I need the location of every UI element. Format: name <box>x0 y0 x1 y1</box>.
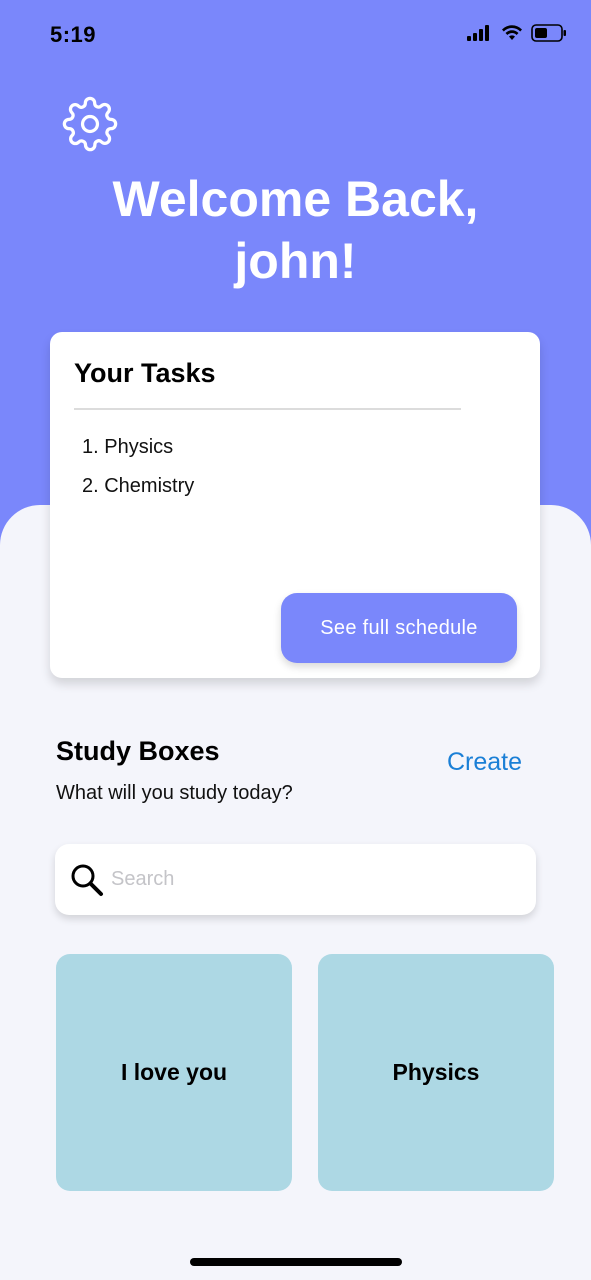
study-boxes-title: Study Boxes <box>56 736 220 766</box>
gear-icon[interactable] <box>62 96 118 152</box>
home-indicator <box>190 1258 402 1266</box>
search-bar[interactable] <box>55 844 536 915</box>
task-item: 1. Physics <box>82 436 174 458</box>
create-button[interactable]: Create <box>447 748 522 777</box>
tasks-card: Your Tasks 1. Physics 2. Chemistry See f… <box>50 332 540 678</box>
status-time: 5:19 <box>50 22 97 47</box>
search-input[interactable] <box>111 859 511 900</box>
search-icon <box>71 864 103 896</box>
welcome-heading: Welcome Back, john! <box>0 168 591 292</box>
welcome-line-1: Welcome Back, <box>112 171 479 227</box>
signal-icon <box>467 25 489 41</box>
study-boxes-subtitle: What will you study today? <box>56 782 293 804</box>
study-box[interactable]: I love you <box>56 954 292 1191</box>
study-box[interactable]: Physics <box>318 954 554 1191</box>
tasks-divider <box>74 408 461 410</box>
see-full-schedule-button[interactable]: See full schedule <box>281 593 517 663</box>
battery-icon <box>531 24 566 42</box>
status-icons <box>467 24 567 42</box>
tasks-title: Your Tasks <box>74 358 216 388</box>
wifi-icon <box>502 25 522 40</box>
welcome-line-2: john! <box>234 233 357 289</box>
task-item: 2. Chemistry <box>82 475 195 497</box>
status-bar: 5:19 <box>0 0 591 70</box>
